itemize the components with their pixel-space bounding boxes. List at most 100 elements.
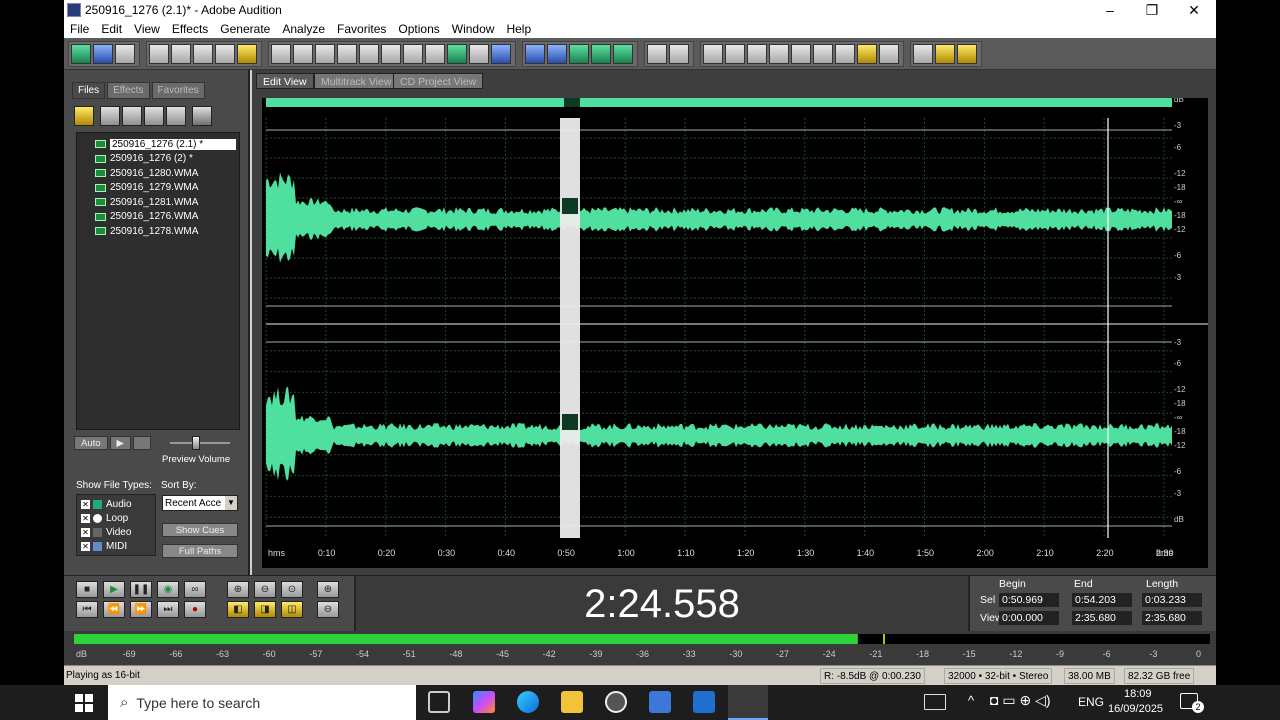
list-item[interactable]: 250916_1280.WMA [77, 166, 239, 181]
loop-preview-button[interactable] [132, 436, 151, 450]
windows-start-icon[interactable] [75, 694, 93, 712]
insert-file-button[interactable] [144, 106, 164, 126]
preview-volume-slider[interactable] [192, 436, 200, 450]
sel-begin-field[interactable]: 0:50.969 [999, 593, 1059, 607]
file-explorer-icon[interactable] [561, 691, 583, 713]
fast-forward-icon[interactable]: ⏩ [130, 601, 152, 618]
menu-options[interactable]: Options [392, 22, 445, 36]
multitrack-view-icon[interactable] [93, 43, 113, 64]
copilot-icon[interactable] [473, 691, 495, 713]
mix-paste-icon[interactable] [447, 43, 467, 64]
edit-original-icon[interactable] [935, 43, 955, 64]
new-file-icon[interactable] [149, 43, 169, 64]
menu-view[interactable]: View [128, 22, 166, 36]
minimize-button[interactable]: – [1090, 0, 1130, 20]
menu-edit[interactable]: Edit [95, 22, 128, 36]
loop-icon[interactable]: ∞ [184, 581, 206, 598]
tab-favorites[interactable]: Favorites [151, 82, 205, 99]
settings-icon[interactable] [703, 43, 723, 64]
zoom-in-horizontal-icon[interactable]: ⊕ [227, 581, 249, 598]
filter-video[interactable]: ✕ Video [77, 525, 155, 539]
stop-icon[interactable]: ■ [76, 581, 98, 598]
go-to-start-icon[interactable]: ⏮ [76, 601, 98, 618]
menu-effects[interactable]: Effects [166, 22, 214, 36]
go-to-end-icon[interactable]: ⏭ [157, 601, 179, 618]
list-item[interactable]: 250916_1281.WMA [77, 195, 239, 210]
rewind-icon[interactable]: ⏪ [103, 601, 125, 618]
edge-icon[interactable] [517, 691, 539, 713]
close-file-button[interactable] [122, 106, 142, 126]
view-begin-field[interactable]: 0:00.000 [999, 611, 1059, 625]
menu-generate[interactable]: Generate [214, 22, 276, 36]
chevron-up-icon[interactable]: ^ [968, 693, 974, 708]
help-icon[interactable] [957, 43, 977, 64]
tab-edit-view[interactable]: Edit View [256, 73, 314, 89]
paste-icon[interactable] [403, 43, 423, 64]
show-cues-button[interactable]: Show Cues [162, 523, 238, 537]
list-item[interactable]: 250916_1276 (2.1) * [77, 137, 239, 152]
cd-burn-icon[interactable] [913, 43, 933, 64]
check-icon[interactable]: ✕ [81, 513, 90, 523]
menu-window[interactable]: Window [446, 22, 501, 36]
delete-silence-icon[interactable] [491, 43, 511, 64]
list-item[interactable]: 250916_1276.WMA [77, 210, 239, 225]
time-selection-tool-icon[interactable] [647, 43, 667, 64]
zoom-out-horizontal-icon[interactable]: ⊖ [254, 581, 276, 598]
language-indicator[interactable]: ENG [1078, 695, 1104, 709]
list-item[interactable]: 250916_1278.WMA [77, 224, 239, 239]
clock-date[interactable]: 16/09/2025 [1108, 703, 1163, 715]
clock-time[interactable]: 18:09 [1124, 688, 1152, 700]
chevron-down-icon[interactable]: ▼ [225, 496, 237, 510]
check-icon[interactable]: ✕ [81, 499, 90, 509]
maximize-button[interactable]: ❐ [1132, 0, 1172, 20]
keyboard-icon[interactable] [924, 694, 946, 710]
redo-icon[interactable] [293, 43, 313, 64]
auto-play-button[interactable]: Auto [74, 436, 108, 450]
tab-cd-project-view[interactable]: CD Project View [393, 73, 484, 89]
waveform-svg[interactable]: hms 0:10 0:20 0:30 0:40 0:50 1:00 1:10 1:20 1:30 1… [262, 95, 1212, 568]
trim-icon[interactable] [469, 43, 489, 64]
tab-effects[interactable]: Effects [107, 82, 150, 99]
taskbar-search[interactable]: ⌕ Type here to search [108, 685, 416, 720]
save-as-icon[interactable] [215, 43, 235, 64]
statistics-icon[interactable] [835, 43, 855, 64]
waveform-display[interactable]: hms 0:10 0:20 0:30 0:40 0:50 1:00 1:10 1:20 1:30 1… [262, 95, 1212, 568]
tab-files[interactable]: Files [72, 82, 106, 99]
spectral-pan-icon[interactable] [569, 43, 589, 64]
zoom-right-icon[interactable]: ◨ [254, 601, 276, 618]
undo-icon[interactable] [271, 43, 291, 64]
menu-favorites[interactable]: Favorites [331, 22, 392, 36]
check-icon[interactable]: ✕ [81, 527, 90, 537]
zoom-left-icon[interactable]: ◧ [227, 601, 249, 618]
filter-loop[interactable]: ✕ Loop [77, 511, 155, 525]
spectral-phase-icon[interactable] [591, 43, 611, 64]
task-view-icon[interactable] [428, 691, 450, 713]
filter-audio[interactable]: ✕ Audio [77, 497, 155, 511]
play-to-end-icon[interactable]: ◉ [157, 581, 179, 598]
pause-icon[interactable]: ❚❚ [130, 581, 152, 598]
cd-view-icon[interactable] [115, 43, 135, 64]
menu-file[interactable]: File [64, 22, 95, 36]
filter-midi[interactable]: ✕ MIDI [77, 539, 155, 553]
zoom-selection-icon[interactable]: ◫ [281, 601, 303, 618]
menu-analyze[interactable]: Analyze [276, 22, 331, 36]
waveform-display-icon[interactable] [525, 43, 545, 64]
show-grid-icon[interactable] [613, 43, 633, 64]
open-file-icon[interactable] [171, 43, 191, 64]
spectral-display-icon[interactable] [547, 43, 567, 64]
view-end-field[interactable]: 2:35.680 [1072, 611, 1132, 625]
copy-to-new-icon[interactable] [359, 43, 379, 64]
open-file-button[interactable] [74, 106, 94, 126]
clock-app-icon[interactable] [605, 691, 627, 713]
frequency-analysis-icon[interactable] [791, 43, 811, 64]
mail-icon[interactable] [693, 691, 715, 713]
autoplay-button[interactable] [192, 106, 212, 126]
store-icon[interactable] [649, 691, 671, 713]
audition-taskbar-button[interactable] [728, 685, 768, 720]
play-file-button[interactable] [166, 106, 186, 126]
edit-view-icon[interactable] [71, 43, 91, 64]
copy-icon[interactable] [337, 43, 357, 64]
scripts-icon[interactable] [747, 43, 767, 64]
view-length-field[interactable]: 2:35.680 [1142, 611, 1202, 625]
tab-multitrack-view[interactable]: Multitrack View [314, 73, 399, 89]
